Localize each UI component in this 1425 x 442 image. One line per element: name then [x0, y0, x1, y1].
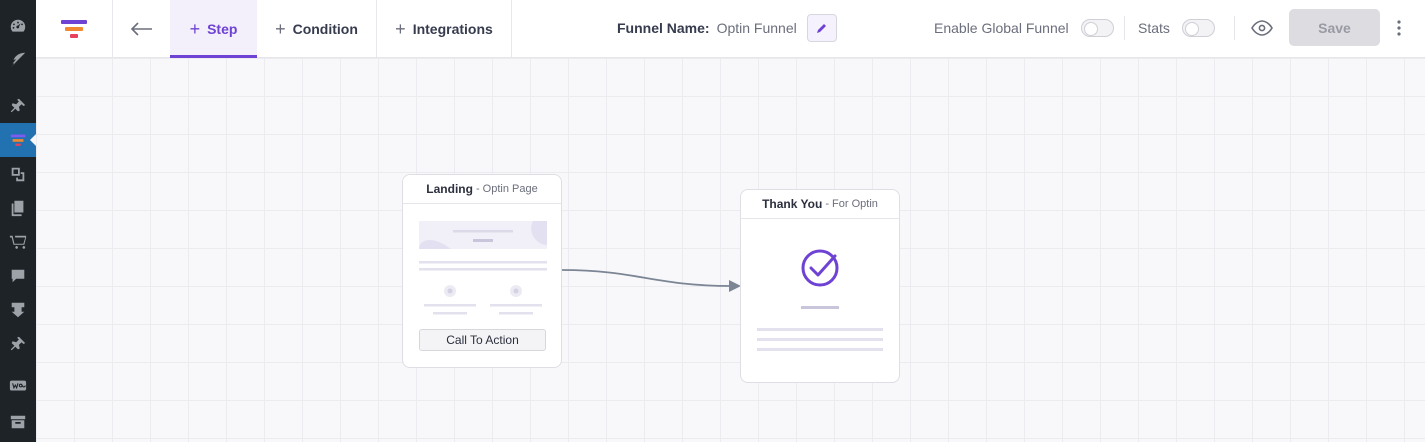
archive-icon[interactable] — [0, 405, 36, 439]
plus-icon: + — [189, 19, 201, 39]
edit-funnel-name-button[interactable] — [806, 14, 837, 42]
funnel-toolbar: + Step + Condition + Integrations Funnel… — [36, 0, 1425, 58]
woo-icon[interactable] — [0, 369, 36, 403]
cart-icon[interactable] — [0, 225, 36, 259]
funnel-icon[interactable] — [0, 123, 36, 157]
step-node-thank-you[interactable]: Thank You - For Optin — [740, 189, 900, 383]
tab-condition-label: Condition — [292, 21, 358, 37]
feather-icon[interactable] — [0, 43, 36, 77]
arrow-left-icon — [130, 22, 152, 36]
vertical-dots-icon — [1397, 20, 1401, 36]
funnel-name-label: Funnel Name: — [617, 20, 710, 36]
connection-edge[interactable] — [36, 58, 1425, 442]
plus-icon: + — [275, 19, 286, 39]
funnel-logo-icon[interactable] — [36, 0, 113, 58]
landing-page-thumbnail-icon — [419, 221, 547, 315]
funnel-name-value: Optin Funnel — [716, 20, 797, 36]
divider — [1234, 16, 1235, 40]
pin-icon[interactable] — [0, 89, 36, 123]
eye-icon — [1251, 20, 1273, 36]
tab-condition[interactable]: + Condition — [257, 0, 377, 58]
pin-icon[interactable] — [0, 327, 36, 361]
enable-global-funnel-toggle[interactable] — [1080, 19, 1114, 37]
enable-global-funnel: Enable Global Funnel — [934, 0, 1114, 56]
funnel-canvas[interactable]: Landing - Optin Page Call To Action Than… — [36, 58, 1425, 442]
tab-step-label: Step — [207, 21, 238, 37]
back-button[interactable] — [113, 0, 170, 58]
node-subtitle: - For Optin — [825, 198, 878, 210]
more-options-button[interactable] — [1389, 14, 1409, 42]
stats-toggle[interactable] — [1181, 19, 1215, 37]
call-to-action-button[interactable]: Call To Action — [419, 329, 546, 351]
node-header: Thank You - For Optin — [741, 190, 899, 219]
step-node-landing[interactable]: Landing - Optin Page Call To Action — [402, 174, 562, 368]
save-button[interactable]: Save — [1289, 9, 1380, 46]
tab-integrations-label: Integrations — [412, 21, 493, 37]
plus-icon: + — [395, 19, 406, 39]
node-header: Landing - Optin Page — [403, 175, 561, 204]
download-icon[interactable] — [0, 293, 36, 327]
node-title: Thank You — [762, 197, 823, 211]
pencil-icon — [816, 24, 826, 33]
tab-step[interactable]: + Step — [170, 0, 257, 58]
thank-you-thumbnail-icon — [757, 249, 883, 351]
pages-icon[interactable] — [0, 191, 36, 225]
wp-admin-sidebar — [0, 0, 36, 442]
enable-global-funnel-label: Enable Global Funnel — [934, 20, 1069, 36]
media-icon[interactable] — [0, 157, 36, 191]
divider — [1124, 16, 1125, 40]
preview-button[interactable] — [1248, 14, 1276, 42]
node-subtitle: - Optin Page — [475, 183, 538, 195]
stats-label: Stats — [1138, 20, 1170, 36]
funnel-name: Funnel Name: Optin Funnel — [617, 0, 837, 56]
comments-icon[interactable] — [0, 259, 36, 293]
tab-integrations[interactable]: + Integrations — [377, 0, 512, 58]
stats: Stats — [1138, 0, 1215, 56]
dashboard-icon[interactable] — [0, 9, 36, 43]
node-title: Landing — [426, 182, 473, 196]
